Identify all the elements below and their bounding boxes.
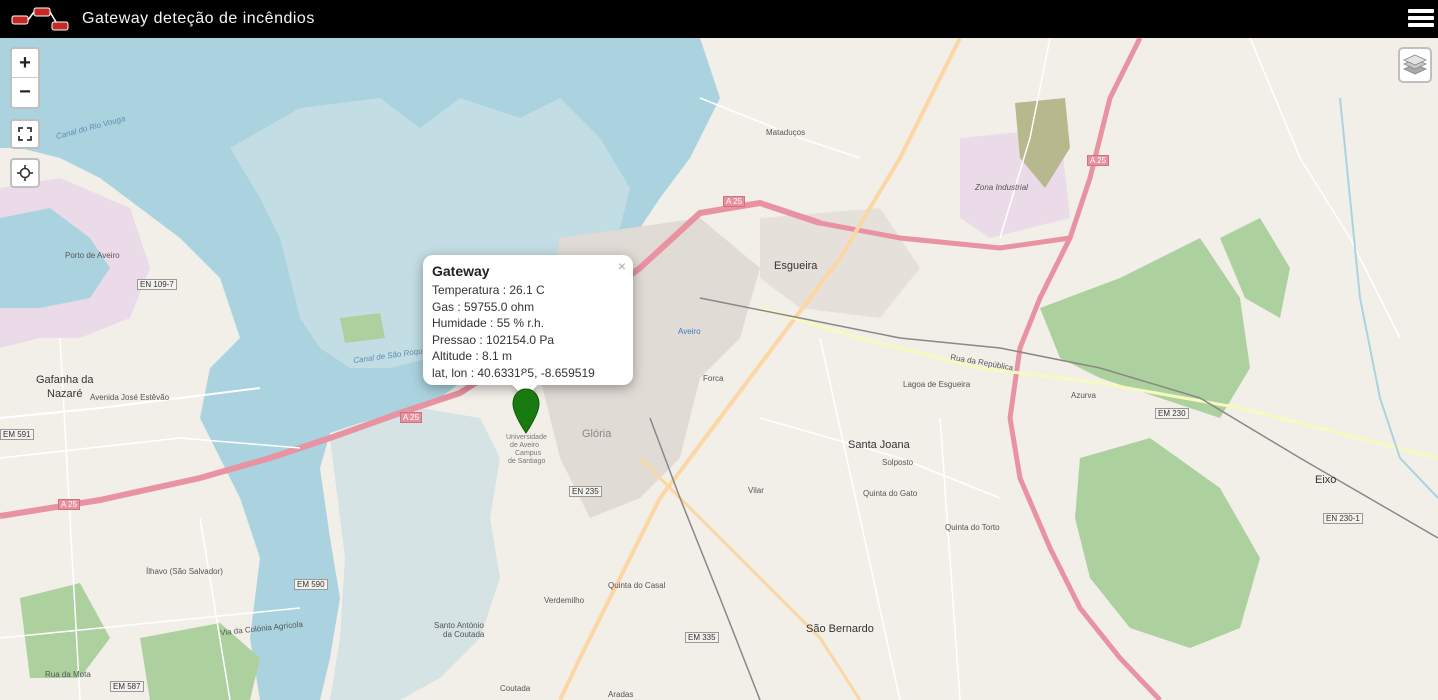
road-shield: EN 230-1 bbox=[1323, 513, 1363, 524]
road-shield: EM 590 bbox=[294, 579, 328, 590]
popup-humidity: Humidade : 55 % r.h. bbox=[432, 316, 545, 330]
place-label: Eixo bbox=[1315, 474, 1337, 486]
place-label: de Santiago bbox=[508, 458, 546, 465]
place-label: Universidade bbox=[506, 434, 547, 441]
place-label: Azurva bbox=[1071, 391, 1096, 400]
place-label: Aveiro bbox=[678, 327, 701, 336]
layers-icon bbox=[1403, 54, 1427, 75]
place-label: Aradas bbox=[608, 690, 634, 699]
place-label: Nazaré bbox=[47, 388, 83, 400]
gateway-logo-icon bbox=[11, 7, 69, 31]
place-label: Verdemilho bbox=[544, 596, 585, 605]
place-label: da Coutada bbox=[443, 630, 485, 639]
road-shield: EM 591 bbox=[0, 429, 34, 440]
street-label: Avenida José Estêvão bbox=[90, 393, 170, 402]
top-bar: Gateway deteção de incêndios bbox=[0, 0, 1438, 38]
fullscreen-icon bbox=[18, 127, 32, 141]
zoom-in-button[interactable]: + bbox=[12, 49, 38, 78]
road-shield: EN 235 bbox=[569, 486, 602, 497]
popup-gas: Gas : 59755.0 ohm bbox=[432, 299, 535, 314]
road-shield: EM 335 bbox=[685, 632, 719, 643]
place-label: Lagoa de Esgueira bbox=[903, 380, 971, 389]
place-label: Glória bbox=[582, 428, 612, 440]
locate-button[interactable] bbox=[10, 158, 40, 188]
popup-pressure: Pressao : 102154.0 Pa bbox=[432, 332, 555, 347]
place-label: Santa Joana bbox=[848, 439, 910, 451]
map-view[interactable]: Gafanha da Nazaré Porto de Aveiro Esguei… bbox=[0, 38, 1438, 700]
popup-temperature: Temperatura : 26.1 C bbox=[432, 283, 545, 297]
road-shield: A 25 bbox=[400, 412, 423, 423]
road-shield: EM 587 bbox=[110, 681, 144, 692]
road-shield: A 25 bbox=[723, 196, 746, 207]
crosshair-icon bbox=[17, 165, 33, 181]
road-shield: A 25 bbox=[1087, 155, 1110, 166]
app-title: Gateway deteção de incêndios bbox=[82, 10, 315, 27]
place-label: Mataduços bbox=[766, 128, 806, 137]
place-label: Ílhavo (São Salvador) bbox=[146, 567, 223, 576]
road-shield: EN 109-7 bbox=[137, 279, 177, 290]
zoom-control: + − bbox=[10, 47, 40, 109]
gateway-marker-icon[interactable] bbox=[512, 388, 540, 434]
place-label: Vilar bbox=[748, 486, 764, 495]
place-label: Santo António bbox=[434, 621, 484, 630]
gateway-popup: × Gateway Temperatura : 26.1 C Gas : 597… bbox=[423, 255, 633, 398]
layers-button[interactable] bbox=[1398, 47, 1432, 83]
popup-altitude: Altitude : 8.1 m bbox=[432, 349, 513, 363]
hamburger-menu-icon[interactable] bbox=[1408, 6, 1434, 30]
place-label: Coutada bbox=[500, 684, 531, 693]
place-label: de Aveiro bbox=[510, 442, 540, 449]
map-tiles bbox=[0, 38, 1438, 700]
place-label: Zona Industrial bbox=[975, 183, 1028, 192]
place-label: Esgueira bbox=[774, 260, 818, 272]
fullscreen-button[interactable] bbox=[10, 119, 40, 149]
road-shield: A 25 bbox=[58, 499, 81, 510]
place-label: Porto de Aveiro bbox=[65, 251, 120, 260]
street-label: Rua da Mota bbox=[45, 670, 91, 679]
zoom-out-button[interactable]: − bbox=[12, 78, 38, 107]
popup-title: Gateway bbox=[432, 263, 490, 279]
place-label: Quinta do Gato bbox=[863, 489, 918, 498]
place-label: Campus bbox=[515, 450, 542, 457]
place-label: Quinta do Casal bbox=[608, 581, 666, 590]
road-shield: EM 230 bbox=[1155, 408, 1189, 419]
place-label: Forca bbox=[703, 374, 724, 383]
place-label: Solposto bbox=[882, 458, 914, 467]
popup-close-button[interactable]: × bbox=[618, 258, 626, 274]
place-label: Quinta do Torto bbox=[945, 523, 1000, 532]
place-label: São Bernardo bbox=[806, 623, 874, 635]
place-label: Gafanha da bbox=[36, 374, 94, 386]
